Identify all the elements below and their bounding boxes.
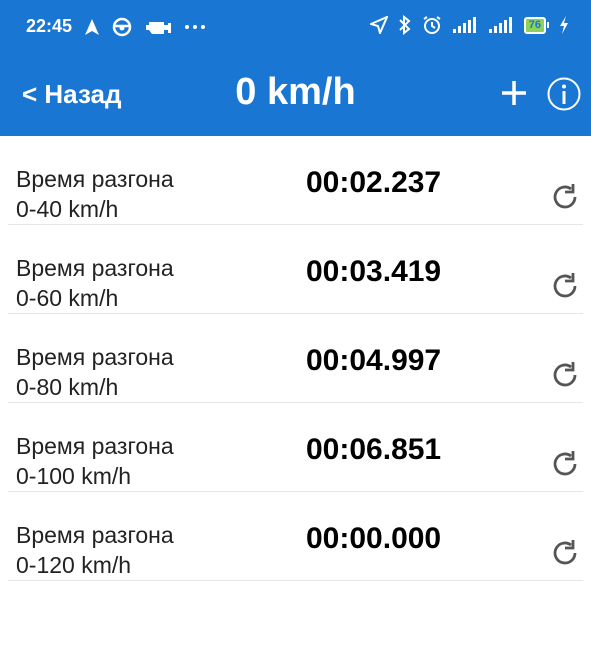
refresh-icon[interactable] [550, 360, 580, 390]
back-button[interactable]: < Назад [22, 79, 122, 110]
refresh-icon[interactable] [550, 538, 580, 568]
battery-icon: 76 [523, 16, 549, 34]
refresh-icon[interactable] [550, 182, 580, 212]
bluetooth-icon [399, 15, 411, 35]
plus-icon[interactable] [499, 73, 529, 113]
charging-bolt-icon [560, 16, 568, 34]
battery-level: 76 [523, 16, 546, 34]
list-item: Время разгона 0-120 km/h 00:00.000 [8, 492, 583, 581]
row-label: Время разгона 0-40 km/h [16, 166, 174, 222]
refresh-icon[interactable] [550, 271, 580, 301]
navigation-arrow-icon [85, 18, 100, 35]
status-time: 22:45 [26, 16, 73, 36]
status-bar-right: 76 [369, 15, 569, 35]
more-dots-icon [185, 24, 206, 29]
engine-icon [146, 21, 172, 34]
row-time: 00:00.000 [306, 522, 442, 555]
list-item: Время разгона 0-80 km/h 00:04.997 [8, 314, 583, 403]
acceleration-list: Время разгона 0-40 km/h 00:02.237 Время … [0, 136, 591, 581]
battery-cap [547, 22, 549, 28]
row-time: 00:02.237 [306, 166, 442, 199]
location-arrow-icon [369, 16, 388, 34]
signal-icon [452, 17, 476, 33]
status-bar-left: 22:45 [26, 16, 206, 37]
signal-icon-2 [488, 17, 512, 33]
row-label: Время разгона 0-120 km/h [16, 522, 174, 578]
info-circle-icon[interactable] [547, 77, 581, 111]
alarm-icon [423, 16, 441, 34]
row-time: 00:04.997 [306, 344, 442, 377]
row-time: 00:06.851 [306, 433, 442, 466]
list-item: Время разгона 0-100 km/h 00:06.851 [8, 403, 583, 492]
steering-wheel-icon [112, 17, 132, 36]
list-item: Время разгона 0-40 km/h 00:02.237 [8, 136, 583, 225]
row-label: Время разгона 0-60 km/h [16, 255, 174, 311]
row-label: Время разгона 0-80 km/h [16, 344, 174, 400]
row-time: 00:03.419 [306, 255, 442, 288]
status-bar: 22:45 76 [0, 0, 591, 55]
row-label: Время разгона 0-100 km/h [16, 433, 174, 489]
app-bar: < Назад 0 km/h [0, 55, 591, 136]
refresh-icon[interactable] [550, 449, 580, 479]
list-item: Время разгона 0-60 km/h 00:03.419 [8, 225, 583, 314]
